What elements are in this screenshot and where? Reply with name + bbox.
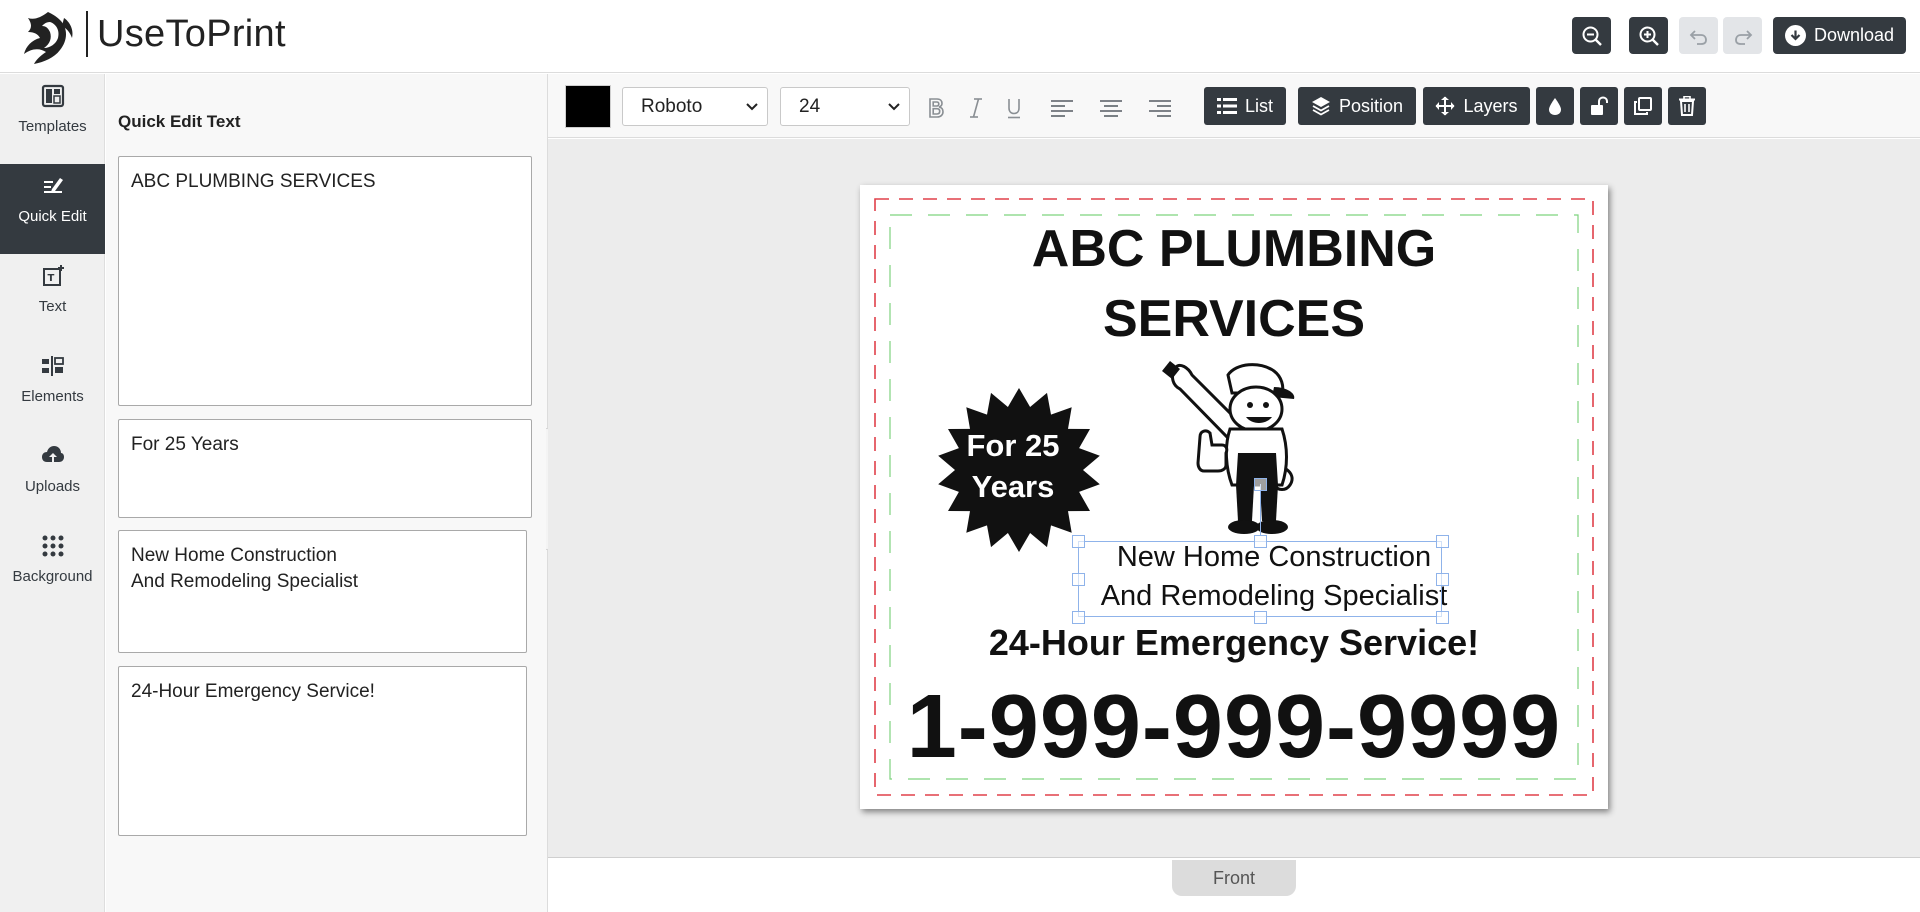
badge-line2: Years (971, 469, 1055, 504)
sidebar-item-label: Text (38, 298, 67, 315)
background-icon (42, 535, 63, 557)
resize-handle-e[interactable] (1436, 573, 1449, 586)
tab-front[interactable]: Front (1172, 860, 1296, 896)
align-center-icon (1100, 100, 1122, 117)
selection-box (1072, 478, 1449, 624)
bold-icon (929, 98, 944, 118)
font-size-value: 24 (799, 95, 821, 117)
sidebar-item-background[interactable]: Background (0, 524, 105, 614)
download-button[interactable]: Download (1773, 17, 1906, 54)
canvas-workspace: ABC PLUMBING SERVICES For 25 Years New H… (548, 139, 1920, 857)
align-right-button[interactable] (1146, 94, 1174, 122)
font-size-select[interactable]: 24 (780, 87, 910, 126)
quick-edit-icon (43, 178, 63, 193)
layers-label: Layers (1463, 95, 1518, 116)
opacity-button[interactable] (1536, 87, 1574, 125)
canvas-phone-number[interactable]: 1-999-999-9999 (860, 675, 1608, 779)
rotate-stem (1260, 484, 1261, 535)
bold-button[interactable] (922, 94, 950, 122)
quick-edit-field-specialty[interactable]: New Home Construction And Remodeling Spe… (118, 530, 527, 653)
left-sidebar: Templates Quick Edit T Text Elements Upl… (0, 74, 105, 912)
sidebar-item-label: Background (12, 568, 93, 585)
stack-icon (1311, 97, 1330, 116)
zoom-in-button[interactable] (1629, 17, 1668, 54)
underline-button[interactable] (1000, 94, 1028, 122)
text-toolbar: Roboto 24 List Position Layers (548, 74, 1920, 138)
sidebar-item-label: Elements (21, 388, 84, 405)
canvas-title-line1[interactable]: ABC PLUMBING (860, 219, 1608, 279)
sidebar-item-text[interactable]: T Text (0, 254, 105, 344)
italic-button[interactable] (962, 94, 990, 122)
italic-icon (970, 98, 982, 118)
redo-icon (1734, 29, 1752, 45)
quick-edit-field-emergency[interactable]: 24-Hour Emergency Service! (118, 666, 527, 836)
resize-handle-nw[interactable] (1072, 535, 1085, 548)
download-label: Download (1814, 25, 1895, 45)
align-right-icon (1149, 100, 1171, 117)
upload-icon (41, 446, 64, 466)
sidebar-item-uploads[interactable]: Uploads (0, 434, 105, 524)
trash-icon (1679, 96, 1695, 116)
position-label: Position (1338, 95, 1404, 116)
quick-edit-field-title[interactable]: ABC PLUMBING SERVICES (118, 156, 532, 406)
app-header: UseToPrint Download (0, 0, 1920, 73)
underline-icon (1008, 99, 1020, 119)
sidebar-item-label: Quick Edit (18, 208, 87, 225)
move-arrows-icon (1435, 96, 1455, 116)
font-family-value: Roboto (641, 95, 703, 117)
svg-text:T: T (47, 273, 54, 284)
quick-edit-field-years[interactable]: For 25 Years (118, 419, 532, 518)
panel-title: Quick Edit Text (118, 112, 241, 131)
canvas-title-line2[interactable]: SERVICES (860, 289, 1608, 349)
sidebar-item-templates[interactable]: Templates (0, 74, 105, 164)
lock-button[interactable] (1580, 87, 1618, 125)
list-button[interactable]: List (1204, 87, 1286, 125)
align-center-button[interactable] (1097, 94, 1125, 122)
align-left-button[interactable] (1048, 94, 1076, 122)
undo-icon (1689, 29, 1707, 45)
plumber-mascot-illustration[interactable] (1156, 357, 1326, 543)
undo-button[interactable] (1679, 17, 1718, 54)
rotate-handle[interactable] (1254, 478, 1267, 491)
redo-button[interactable] (1723, 17, 1762, 54)
phoenix-logo-icon[interactable] (20, 8, 76, 66)
text-icon: T (42, 265, 64, 286)
zoom-out-icon (1582, 26, 1602, 46)
badge-text[interactable]: For 25 Years (938, 425, 1088, 507)
design-artboard[interactable]: ABC PLUMBING SERVICES For 25 Years New H… (860, 185, 1608, 809)
unlock-icon (1591, 96, 1608, 115)
layers-button[interactable]: Layers (1423, 87, 1530, 125)
resize-handle-ne[interactable] (1436, 535, 1449, 548)
resize-handle-w[interactable] (1072, 573, 1085, 586)
delete-button[interactable] (1668, 87, 1706, 125)
font-family-select[interactable]: Roboto (622, 87, 768, 126)
resize-handle-n[interactable] (1254, 535, 1267, 548)
sidebar-item-label: Templates (18, 118, 87, 135)
badge-line1: For 25 (966, 428, 1060, 463)
position-button[interactable]: Position (1298, 87, 1416, 125)
page-tabs-bar: Front (548, 857, 1920, 912)
quick-edit-panel: Quick Edit Text ABC PLUMBING SERVICES Fo… (106, 74, 548, 912)
sidebar-item-label: Uploads (24, 478, 81, 495)
text-color-swatch[interactable] (565, 85, 611, 128)
zoom-out-button[interactable] (1572, 17, 1611, 54)
canvas-emergency-text[interactable]: 24-Hour Emergency Service! (860, 621, 1608, 665)
list-icon (1216, 98, 1237, 114)
zoom-in-icon (1639, 26, 1659, 46)
align-left-icon (1051, 100, 1073, 117)
sidebar-item-elements[interactable]: Elements (0, 344, 105, 434)
sidebar-item-quick-edit[interactable]: Quick Edit (0, 164, 105, 254)
list-label: List (1244, 95, 1273, 116)
copy-icon (1634, 97, 1652, 115)
brand-name[interactable]: UseToPrint (97, 11, 286, 57)
duplicate-button[interactable] (1624, 87, 1662, 125)
elements-icon (41, 356, 64, 376)
chevron-down-icon (746, 103, 758, 111)
templates-icon (41, 84, 64, 108)
droplet-icon (1549, 97, 1561, 115)
chevron-down-icon (888, 103, 900, 111)
logo-divider (86, 11, 88, 57)
download-icon (1785, 25, 1806, 46)
